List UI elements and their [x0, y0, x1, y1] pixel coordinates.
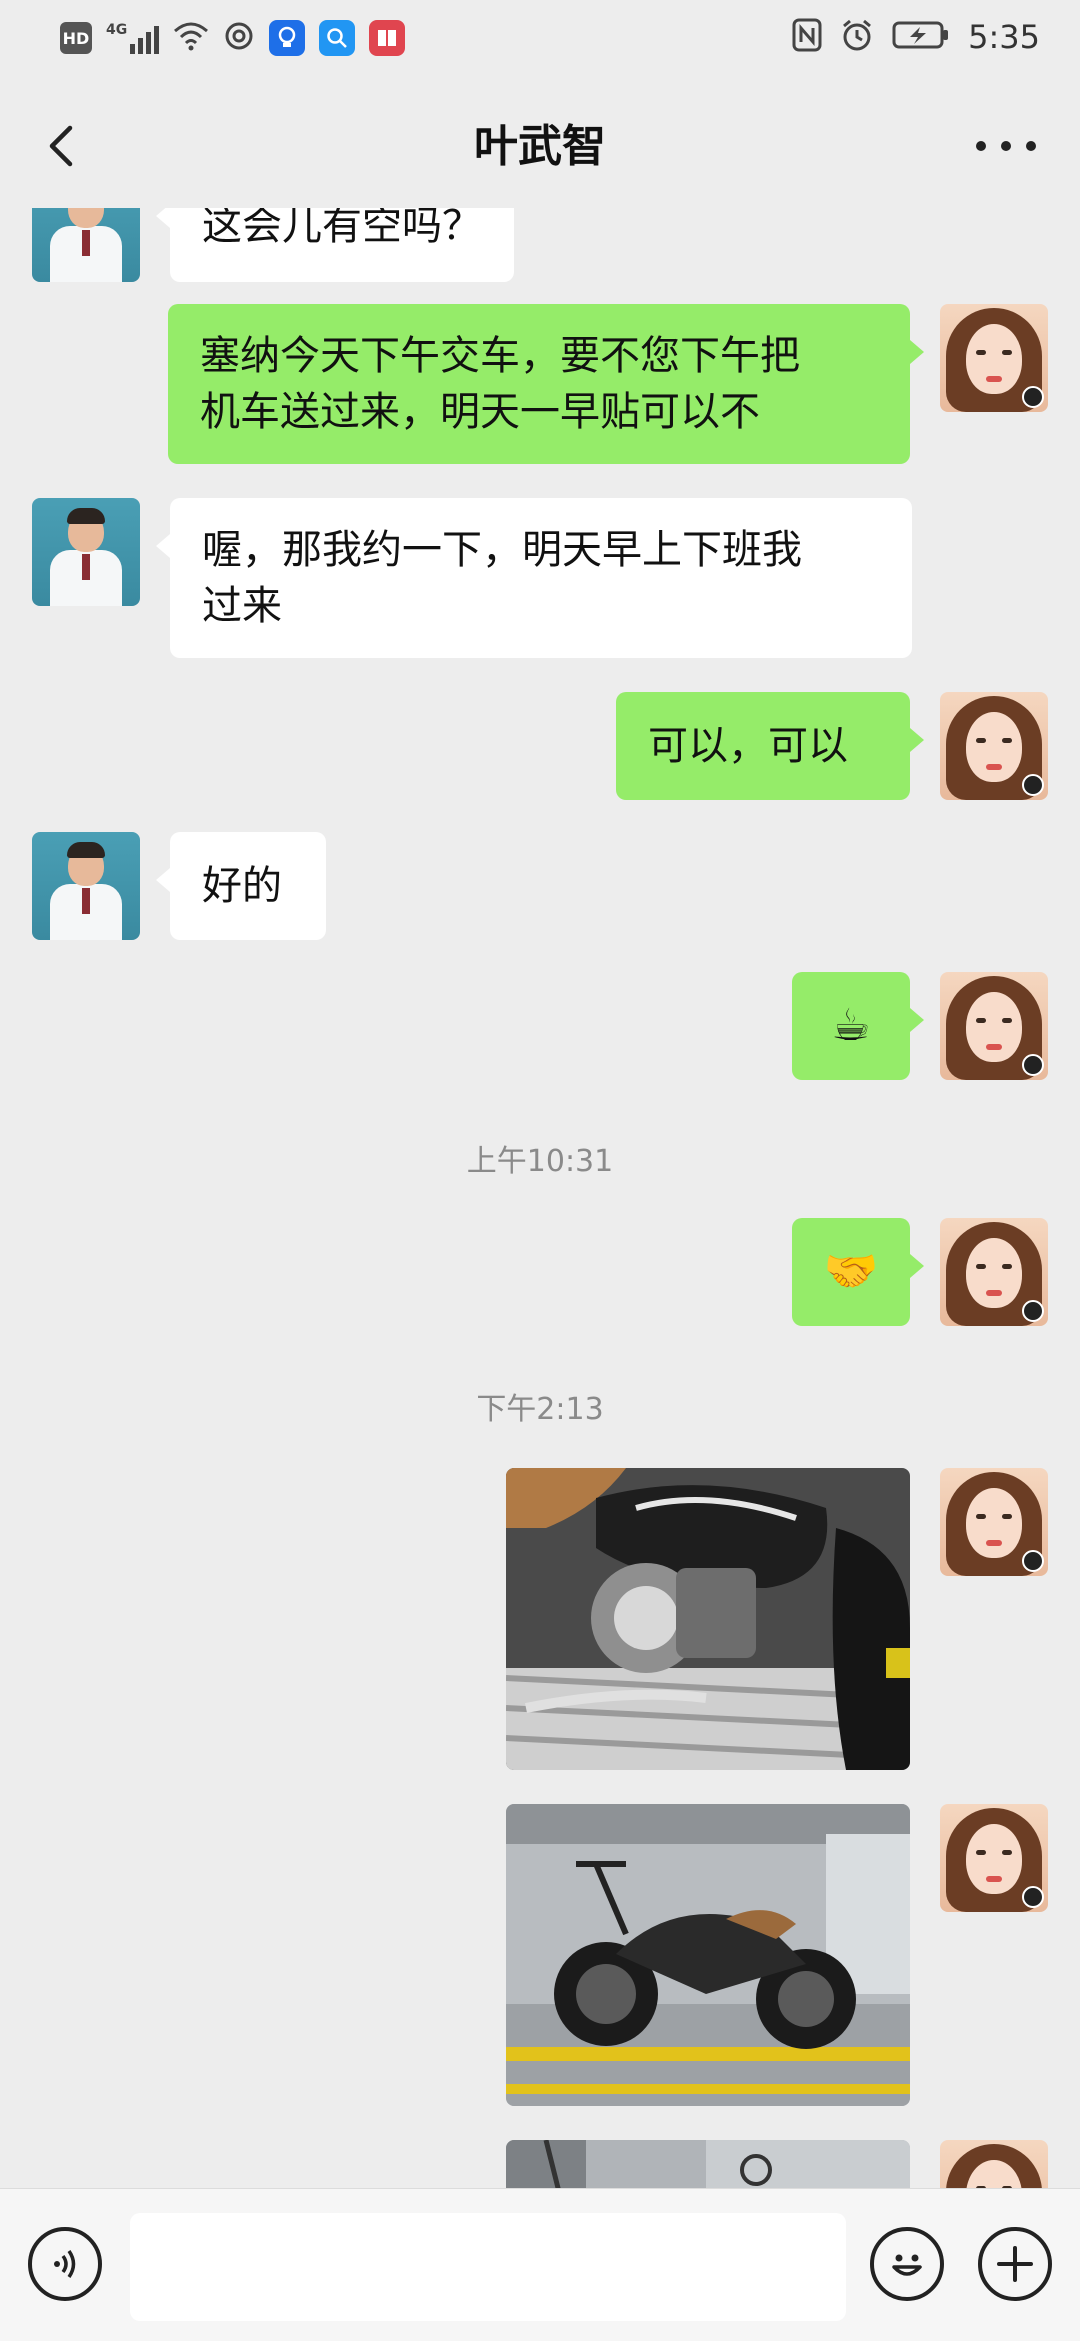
- message-text-line-2: 机车送过来，明天一早贴可以不: [200, 389, 760, 435]
- network-label: 4G: [106, 22, 128, 38]
- message-text-line-2: 过来: [202, 583, 282, 629]
- message-timestamp: 上午10:31: [466, 1144, 614, 1179]
- alarm-icon: [840, 18, 874, 56]
- emoji-face-icon[interactable]: [870, 2227, 944, 2301]
- message-timestamp: 下午2:13: [476, 1392, 604, 1427]
- my-avatar[interactable]: [940, 1468, 1048, 1576]
- chat-title: 叶武智: [474, 121, 606, 172]
- message-text: 好的: [202, 863, 282, 909]
- my-avatar[interactable]: [940, 972, 1048, 1080]
- message-input[interactable]: [130, 2213, 846, 2321]
- chat-message-list[interactable]: 这会儿有空吗？ 塞纳今天下午交车，要不您下午把 机车送过来，明天一早贴可以不 喔…: [0, 208, 1080, 2188]
- message-bubble-incoming[interactable]: 这会儿有空吗？: [156, 208, 514, 282]
- voice-icon[interactable]: [28, 2227, 102, 2301]
- message-bubble-incoming[interactable]: 喔，那我约一下，明天早上下班我 过来: [156, 498, 912, 658]
- battery-charging-icon: [892, 20, 950, 54]
- image-message-motorcycle-side[interactable]: [506, 1804, 910, 2106]
- message-text-line-1: 喔，那我约一下，明天早上下班我: [202, 527, 802, 573]
- handshake-emoji: 🤝: [823, 1246, 879, 1297]
- chat-input-bar: [0, 2188, 1080, 2341]
- hotspot-icon: [223, 21, 255, 55]
- my-avatar[interactable]: [940, 1804, 1048, 1912]
- message-bubble-outgoing[interactable]: 🤝: [792, 1218, 924, 1326]
- contact-avatar[interactable]: [32, 832, 140, 940]
- nfc-icon: [792, 18, 822, 56]
- status-bar: HD 4G 5:35: [0, 0, 1080, 82]
- 4g-signal-icon: 4G: [106, 22, 160, 54]
- more-dots-icon[interactable]: [976, 118, 1036, 174]
- book-app-icon: [369, 20, 406, 56]
- message-bubble-outgoing[interactable]: 可以，可以: [616, 692, 924, 800]
- bulb-app-icon: [269, 20, 306, 56]
- chat-header: 叶武智: [0, 82, 1080, 208]
- message-bubble-outgoing[interactable]: 塞纳今天下午交车，要不您下午把 机车送过来，明天一早贴可以不: [168, 304, 924, 464]
- contact-avatar[interactable]: [32, 498, 140, 606]
- wifi-icon: [173, 21, 209, 55]
- hd-icon: HD: [60, 22, 92, 54]
- message-text: 这会儿有空吗？: [202, 208, 482, 249]
- search-app-icon: [319, 20, 356, 56]
- message-bubble-outgoing[interactable]: ☕: [792, 972, 924, 1080]
- my-avatar[interactable]: [940, 304, 1048, 412]
- image-message-motorcycle-partial[interactable]: [506, 2140, 910, 2188]
- my-avatar[interactable]: [940, 2140, 1048, 2188]
- message-bubble-incoming[interactable]: 好的: [156, 832, 326, 940]
- coffee-emoji: ☕: [831, 1000, 871, 1051]
- my-avatar[interactable]: [940, 1218, 1048, 1326]
- contact-avatar[interactable]: [32, 208, 140, 282]
- image-message-motorcycle-engine[interactable]: [506, 1468, 910, 1770]
- my-avatar[interactable]: [940, 692, 1048, 800]
- message-text-line-1: 塞纳今天下午交车，要不您下午把: [200, 333, 800, 379]
- status-time: 5:35: [968, 18, 1040, 56]
- message-text: 可以，可以: [648, 723, 848, 769]
- plus-icon[interactable]: [978, 2227, 1052, 2301]
